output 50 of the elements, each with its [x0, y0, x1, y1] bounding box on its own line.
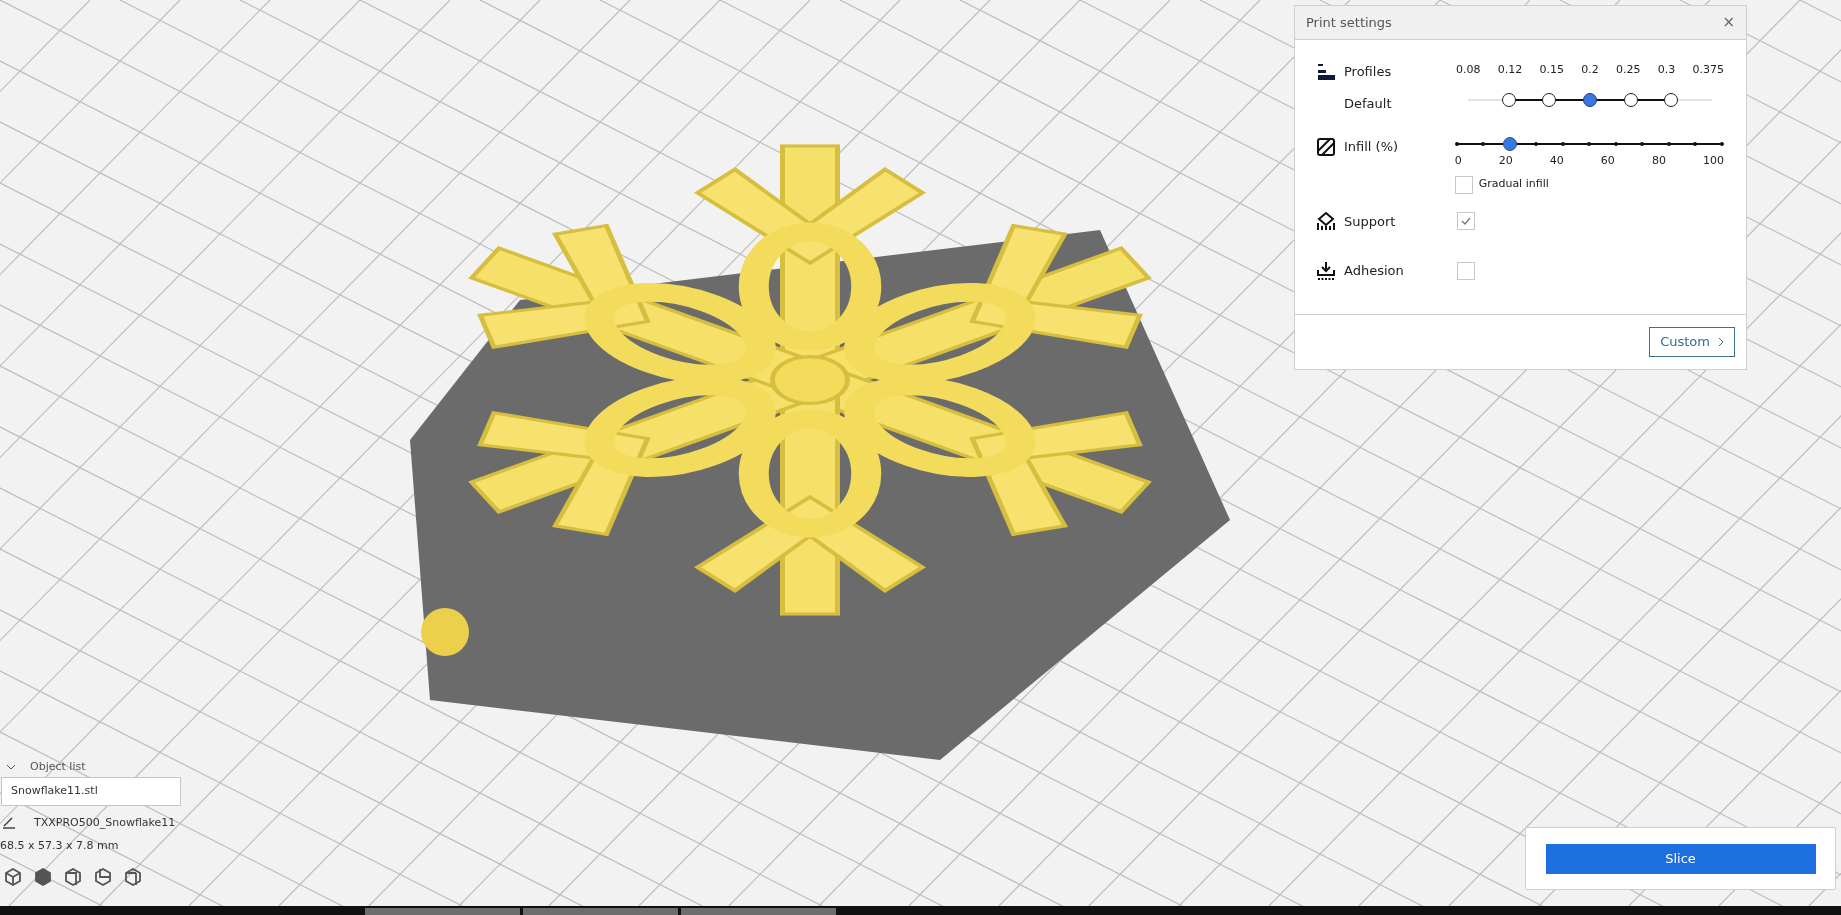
gradual-infill-label: Gradual infill	[1478, 176, 1549, 193]
profiles-icon	[1317, 62, 1335, 81]
checkbox[interactable]	[1457, 212, 1475, 231]
object-file-item[interactable]: Snowflake11.stl	[1, 777, 181, 806]
panel-title: Print settings	[1306, 13, 1392, 32]
view-cube-icon[interactable]	[64, 868, 82, 886]
infill-tick-label: 40	[1549, 153, 1564, 169]
check-icon	[1461, 217, 1471, 226]
object-list-title: Object list	[30, 758, 86, 775]
layer-height-label: 0.08	[1455, 62, 1481, 78]
view-cube-icon[interactable]	[4, 868, 22, 886]
view-cube-icon[interactable]	[124, 868, 142, 886]
layer-height-label: 0.3	[1657, 62, 1676, 78]
layer-height-handle[interactable]	[1542, 92, 1557, 107]
layer-height-handle[interactable]	[1623, 92, 1638, 107]
support-icon	[1317, 211, 1335, 231]
chevron-right-icon	[1718, 337, 1724, 347]
infill-slider[interactable]	[1456, 137, 1722, 151]
infill-tick-label: 100	[1702, 153, 1724, 169]
infill-tick-label: 80	[1651, 153, 1666, 169]
profile-name: Default	[1343, 94, 1393, 113]
infill-icon	[1317, 137, 1335, 156]
view-cube-icon[interactable]	[94, 868, 112, 886]
layer-height-label: 0.12	[1497, 62, 1523, 78]
infill-tick-label: 0	[1454, 153, 1462, 169]
checkbox[interactable]	[1457, 261, 1475, 280]
chevron-down-icon[interactable]	[6, 764, 16, 770]
layer-height-handle[interactable]	[1501, 92, 1516, 107]
object-name: TXXPRO500_Snowflake11	[34, 814, 176, 831]
slice-button[interactable]: Slice	[1545, 843, 1816, 874]
support-label: Support	[1344, 212, 1396, 231]
infill-label: Infill (%)	[1344, 138, 1399, 156]
layer-height-label: 0.2	[1581, 62, 1599, 78]
adhesion-label: Adhesion	[1344, 262, 1404, 280]
layer-height-label: 0.15	[1539, 62, 1564, 78]
object-dimensions: 68.5 x 57.3 x 7.8 mm	[0, 838, 120, 854]
infill-tick-label: 20	[1498, 153, 1513, 169]
layer-height-handle[interactable]	[1664, 92, 1679, 107]
custom-button[interactable]: Custom	[1649, 327, 1735, 357]
infill-tick-label: 60	[1600, 153, 1615, 169]
checkbox[interactable]	[1454, 175, 1473, 194]
profiles-label: Profiles	[1344, 63, 1392, 81]
infill-thumb[interactable]	[1502, 137, 1517, 151]
close-button[interactable]: ×	[1722, 15, 1735, 30]
layer-height-label: 0.375	[1692, 62, 1724, 78]
layer-height-handle[interactable]	[1583, 92, 1597, 107]
layer-height-label: 0.25	[1615, 62, 1641, 78]
view-cube-icon[interactable]	[34, 868, 52, 886]
pencil-icon[interactable]	[2, 817, 16, 829]
adhesion-icon	[1317, 261, 1335, 281]
